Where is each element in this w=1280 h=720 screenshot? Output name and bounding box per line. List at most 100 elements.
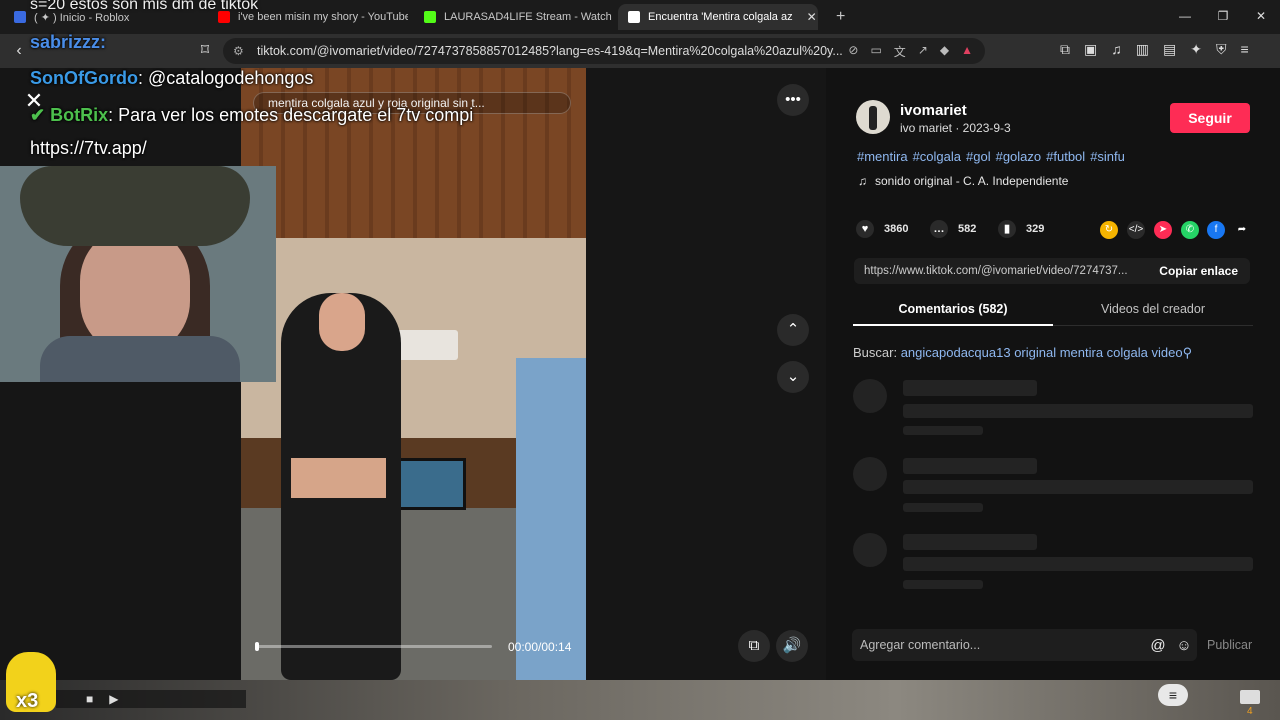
next-video-icon[interactable]: ⌄ <box>777 361 809 393</box>
webcam-shirt <box>40 336 240 382</box>
progress-knob[interactable] <box>255 642 259 651</box>
brave-shield-icon[interactable]: ◆ <box>940 43 949 60</box>
miniplayer-icon[interactable]: ⧉ <box>738 630 770 662</box>
save-button[interactable]: ▮ 329 <box>998 220 1044 238</box>
previous-video-icon[interactable]: ⌃ <box>777 314 809 346</box>
sound-title: sonido original - C. A. Independiente <box>875 174 1069 188</box>
comment-skeleton-line <box>903 426 983 435</box>
tab-creator-videos[interactable]: Videos del creador <box>1053 296 1253 326</box>
tab-kick[interactable]: LAURASAD4LIFE Stream - Watch Live <box>414 4 614 30</box>
comment-placeholder: Agregar comentario... <box>860 638 981 652</box>
comment-skeleton-line <box>903 480 1253 494</box>
play-icon[interactable]: ▶ <box>109 692 118 706</box>
emoji-icon[interactable]: ☺ <box>1171 637 1197 654</box>
wallet-icon[interactable]: ▤ <box>1163 41 1176 58</box>
tab-comments[interactable]: Comentarios (582) <box>853 296 1053 326</box>
save-count: 329 <box>1026 223 1045 235</box>
volume-icon[interactable]: 🔊 <box>776 630 808 662</box>
creator-username[interactable]: ivomariet <box>900 102 967 119</box>
extensions-icon[interactable]: ⧉ <box>1060 41 1070 58</box>
roblox-favicon-icon <box>14 11 26 23</box>
comment-skeleton-line <box>903 534 1037 550</box>
bookmark-icon: ▮ <box>998 220 1016 238</box>
comment-icon: … <box>930 220 948 238</box>
video-frame-person-2 <box>516 358 586 680</box>
publish-button[interactable]: Publicar <box>1207 638 1252 652</box>
close-tab-icon[interactable]: ✕ <box>807 10 817 24</box>
tab-tiktok[interactable]: Encuentra 'Mentira colgala az ✕ <box>618 4 818 30</box>
chat-username: BotRix <box>50 105 109 125</box>
extensions-area: ⧉ ▣ ♫ ▥ ▤ ✦ ⛨ ≡ <box>1060 41 1249 58</box>
avatar[interactable] <box>856 100 890 134</box>
bookmark-icon[interactable]: ⌑ <box>194 41 216 61</box>
close-video-icon[interactable]: ✕ <box>22 90 46 114</box>
share-more-icon[interactable]: ➦ <box>1233 221 1251 239</box>
video-progress-bar[interactable] <box>255 642 492 651</box>
menu-icon[interactable]: ≡ <box>1240 41 1248 58</box>
comment-skeleton-avatar <box>853 457 887 491</box>
facebook-icon[interactable]: f <box>1207 221 1225 239</box>
translate-icon[interactable]: 文 <box>894 43 906 60</box>
filter-list-icon[interactable]: ≡ <box>1158 684 1188 706</box>
sidebar-icon[interactable]: ▥ <box>1136 41 1149 58</box>
streamer-webcam <box>0 166 276 382</box>
repost-icon[interactable]: ↻ <box>1100 221 1118 239</box>
ai-icon[interactable]: ✦ <box>1190 41 1202 58</box>
close-window-icon[interactable]: ✕ <box>1242 0 1280 34</box>
emote-count: x3 <box>16 690 39 712</box>
mention-icon[interactable]: @ <box>1145 637 1171 654</box>
follow-button[interactable]: Seguir <box>1170 103 1250 133</box>
address-bar[interactable]: ⚙ tiktok.com/@ivomariet/video/7274737858… <box>223 38 985 64</box>
chat-link-text: https://7tv.app/ <box>30 138 147 158</box>
hashtag-link[interactable]: #mentira <box>857 149 908 164</box>
video-player[interactable] <box>241 68 586 680</box>
tab-label: Encuentra 'Mentira colgala az <box>648 11 793 23</box>
overlay-chat-line-3: ✔ BotRix: Para ver los emotes descargate… <box>30 105 473 126</box>
send-icon[interactable]: ➤ <box>1154 221 1172 239</box>
chat-username: SonOfGordo <box>30 68 138 88</box>
site-info-icon[interactable]: ⚙ <box>233 44 247 58</box>
comment-skeleton-line <box>903 580 983 589</box>
mail-icon[interactable] <box>1240 690 1260 704</box>
no-script-icon[interactable]: ⊘ <box>848 43 858 60</box>
comment-button[interactable]: … 582 <box>930 220 976 238</box>
screenshot-icon[interactable]: ▣ <box>1084 41 1097 58</box>
back-icon[interactable]: ‹ <box>8 41 30 61</box>
share-icon[interactable]: ↗ <box>918 43 928 60</box>
heart-icon: ♥ <box>856 220 874 238</box>
stop-icon[interactable]: ■ <box>86 692 93 706</box>
more-options-icon[interactable]: ••• <box>777 84 809 116</box>
hashtag-link[interactable]: #gol <box>966 149 991 164</box>
panel-tabs: Comentarios (582) Videos del creador <box>853 296 1253 326</box>
chat-username: sabrizzz: <box>30 32 107 52</box>
creator-subline: ivo mariet · 2023-9-3 <box>900 121 1011 135</box>
minimize-icon[interactable]: — <box>1166 0 1204 34</box>
restore-icon[interactable]: ❐ <box>1204 0 1242 34</box>
comment-input[interactable]: Agregar comentario... @ ☺ <box>852 629 1197 661</box>
embed-icon[interactable]: </> <box>1127 221 1145 239</box>
like-button[interactable]: ♥ 3860 <box>856 220 908 238</box>
whatsapp-icon[interactable]: ✆ <box>1181 221 1199 239</box>
hashtag-link[interactable]: #sinfu <box>1090 149 1125 164</box>
webcam-hat <box>20 166 250 246</box>
rewards-icon[interactable]: ▲ <box>961 43 973 60</box>
new-tab-button[interactable]: + <box>826 4 852 30</box>
hashtag-link[interactable]: #golazo <box>996 149 1042 164</box>
search-label: Buscar: <box>853 345 898 360</box>
music-icon[interactable]: ♫ <box>1111 41 1122 58</box>
cast-icon[interactable]: ▭ <box>870 43 881 60</box>
comment-skeleton-line <box>903 404 1253 418</box>
hashtag-link[interactable]: #futbol <box>1046 149 1085 164</box>
mail-count: 4 <box>1247 706 1253 717</box>
overlay-chat-line-1: sabrizzz: <box>30 32 106 53</box>
search-query[interactable]: angicapodacqua13 original mentira colgal… <box>901 345 1183 360</box>
comment-skeleton-line <box>903 458 1037 474</box>
related-search[interactable]: Buscar: angicapodacqua13 original mentir… <box>853 345 1192 361</box>
like-count: 3860 <box>884 223 909 235</box>
sound-link[interactable]: ♫ sonido original - C. A. Independiente <box>858 174 1068 188</box>
vpn-icon[interactable]: ⛨ <box>1216 41 1227 58</box>
comment-skeleton-line <box>903 503 983 512</box>
chat-message: : Para ver los emotes descargate el 7tv … <box>108 105 474 125</box>
copy-link-button[interactable]: Copiar enlace <box>1147 264 1250 278</box>
hashtag-link[interactable]: #colgala <box>913 149 961 164</box>
